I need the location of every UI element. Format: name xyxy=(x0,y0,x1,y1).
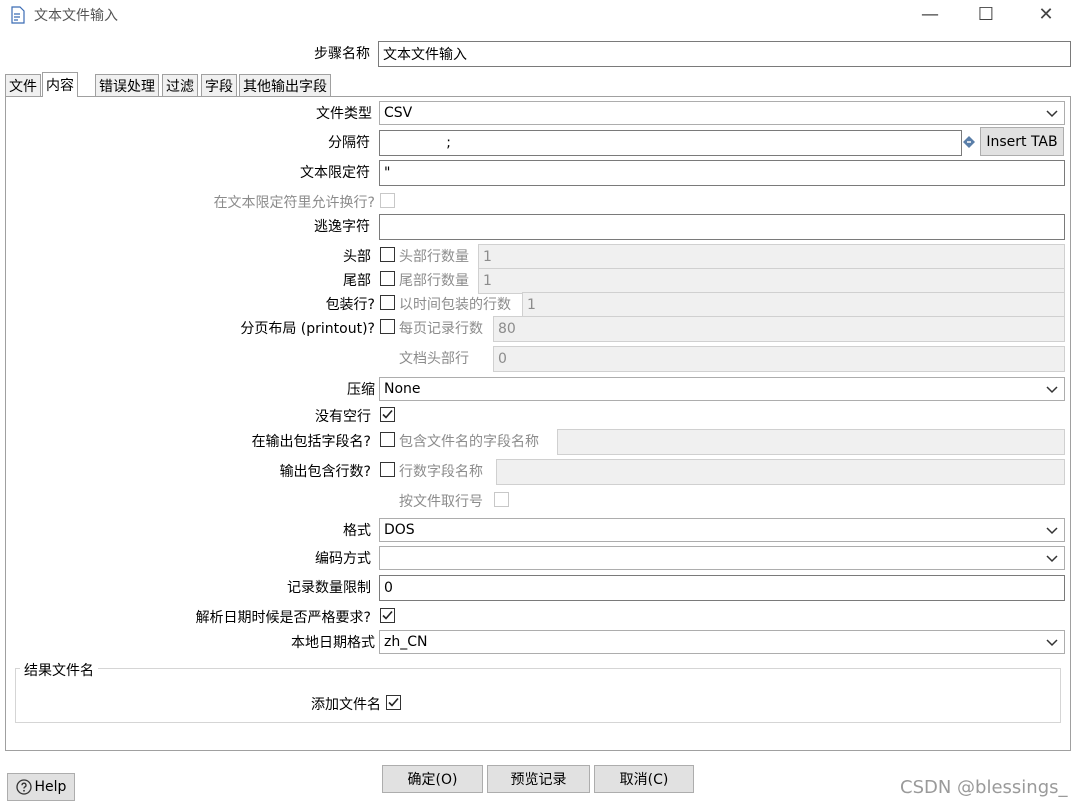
insert-tab-button[interactable]: Insert TAB xyxy=(980,127,1064,156)
encoding-select[interactable] xyxy=(379,546,1065,570)
chevron-down-icon xyxy=(1046,555,1058,563)
watermark: CSDN @blessings_ xyxy=(900,777,1068,798)
header-rows-input[interactable]: 1 xyxy=(478,244,1065,270)
compression-value: None xyxy=(384,381,421,397)
preview-button[interactable]: 预览记录 xyxy=(487,765,590,793)
limit-label: 记录数量限制 xyxy=(287,580,371,596)
tab-other-output-fields[interactable]: 其他输出字段 xyxy=(239,74,331,96)
doc-header-label: 文档头部行 xyxy=(399,351,469,367)
result-files-group-title: 结果文件名 xyxy=(20,660,98,680)
tab-fields[interactable]: 字段 xyxy=(201,74,237,96)
separator-label: 分隔符 xyxy=(328,135,370,151)
format-label: 格式 xyxy=(343,523,371,539)
close-button[interactable]: ✕ xyxy=(1016,0,1076,28)
tab-error-handling[interactable]: 错误处理 xyxy=(95,74,159,96)
no-empty-rows-label: 没有空行 xyxy=(315,409,371,425)
minimize-button[interactable]: — xyxy=(900,0,960,28)
chevron-down-icon xyxy=(1046,527,1058,535)
file-type-label: 文件类型 xyxy=(316,106,372,122)
encoding-label: 编码方式 xyxy=(315,551,371,567)
footer-rows-input[interactable]: 1 xyxy=(478,268,1065,294)
tab-file[interactable]: 文件 xyxy=(5,74,41,96)
compression-label: 压缩 xyxy=(347,382,375,398)
maximize-button[interactable]: ☐ xyxy=(956,0,1016,28)
lenient-dates-label: 解析日期时候是否严格要求? xyxy=(195,610,371,626)
app-icon xyxy=(10,6,26,28)
include-rownum-checkbox[interactable] xyxy=(380,462,395,477)
lines-per-page-label: 每页记录行数 xyxy=(399,321,483,337)
enclosure-input[interactable]: " xyxy=(379,160,1065,186)
window-title: 文本文件输入 xyxy=(34,8,118,24)
ok-button[interactable]: 确定(O) xyxy=(382,765,483,793)
checkmark-icon xyxy=(382,610,393,620)
header-checkbox[interactable] xyxy=(380,247,395,262)
paged-layout-label: 分页布局 (printout)? xyxy=(240,321,375,337)
help-label: Help xyxy=(34,779,67,795)
wrapped-rows-label: 以时间包装的行数 xyxy=(399,297,511,313)
checkmark-icon xyxy=(382,409,393,419)
escape-input[interactable] xyxy=(379,214,1065,240)
lines-per-page-input[interactable]: 80 xyxy=(493,316,1065,342)
compression-select[interactable]: None xyxy=(379,377,1065,401)
filename-field-label: 包含文件名的字段名称 xyxy=(399,434,539,450)
add-filename-label: 添加文件名 xyxy=(311,697,381,713)
separator-input[interactable]: ; xyxy=(379,130,962,156)
enclosure-label: 文本限定符 xyxy=(300,165,370,181)
chevron-down-icon xyxy=(1046,639,1058,647)
header-rows-label: 头部行数量 xyxy=(399,249,469,265)
help-button[interactable]: Help xyxy=(7,773,75,801)
rownum-field-input[interactable] xyxy=(496,459,1065,485)
result-files-group xyxy=(15,668,1061,723)
format-value: DOS xyxy=(384,522,415,538)
rownum-by-file-label: 按文件取行号 xyxy=(399,494,483,510)
footer-rows-label: 尾部行数量 xyxy=(399,273,469,289)
help-icon xyxy=(15,779,32,795)
doc-header-input[interactable]: 0 xyxy=(493,346,1065,372)
limit-input[interactable]: 0 xyxy=(379,575,1065,601)
format-select[interactable]: DOS xyxy=(379,518,1065,542)
header-label: 头部 xyxy=(343,249,371,265)
variable-diamond-icon xyxy=(962,135,976,153)
step-name-input[interactable]: 文本文件输入 xyxy=(378,41,1071,67)
tab-content[interactable]: 内容 xyxy=(42,72,78,97)
footer-checkbox[interactable] xyxy=(380,271,395,286)
lenient-dates-checkbox[interactable] xyxy=(380,608,395,623)
rownum-field-label: 行数字段名称 xyxy=(399,464,483,480)
include-filename-label: 在输出包括字段名? xyxy=(251,434,371,450)
include-rownum-label: 输出包含行数? xyxy=(279,464,371,480)
file-type-select[interactable]: CSV xyxy=(379,101,1065,125)
cancel-button[interactable]: 取消(C) xyxy=(594,765,694,793)
wrapped-rows-input[interactable]: 1 xyxy=(522,292,1065,318)
locale-select[interactable]: zh_CN xyxy=(379,630,1065,654)
step-name-label: 步骤名称 xyxy=(314,46,370,62)
no-empty-rows-checkbox[interactable] xyxy=(380,407,395,422)
allow-breaks-label: 在文本限定符里允许换行? xyxy=(213,195,375,211)
wrapped-checkbox[interactable] xyxy=(380,295,395,310)
tab-filter[interactable]: 过滤 xyxy=(162,74,198,96)
locale-label: 本地日期格式 xyxy=(291,635,375,651)
file-type-value: CSV xyxy=(384,105,413,121)
paged-layout-checkbox[interactable] xyxy=(380,319,395,334)
allow-breaks-checkbox[interactable] xyxy=(380,193,395,208)
chevron-down-icon xyxy=(1046,386,1058,394)
locale-value: zh_CN xyxy=(384,634,428,650)
escape-label: 逃逸字符 xyxy=(314,219,370,235)
checkmark-icon xyxy=(388,697,399,707)
filename-field-input[interactable] xyxy=(557,429,1065,455)
add-filename-checkbox[interactable] xyxy=(386,695,401,710)
include-filename-checkbox[interactable] xyxy=(380,432,395,447)
chevron-down-icon xyxy=(1046,110,1058,118)
rownum-by-file-checkbox[interactable] xyxy=(494,492,509,507)
footer-label: 尾部 xyxy=(343,273,371,289)
wrapped-label: 包装行? xyxy=(325,297,375,313)
